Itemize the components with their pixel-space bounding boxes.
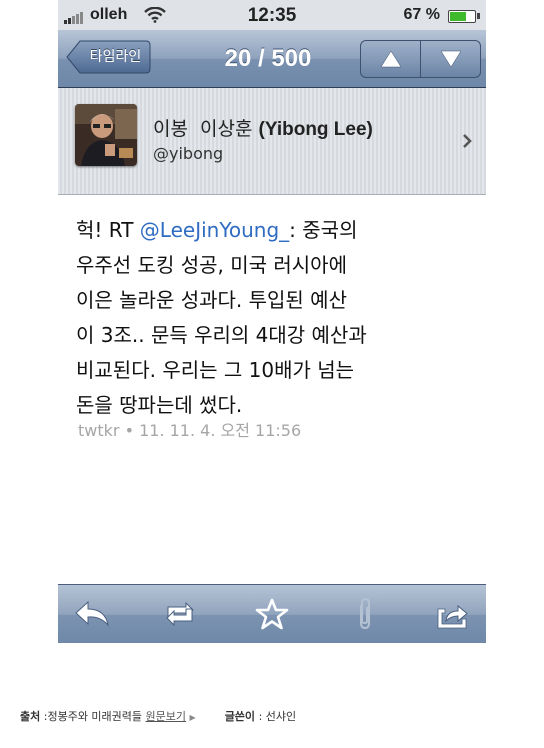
back-button-label: 타임라인 bbox=[89, 49, 142, 65]
writer-label: 글쓴이 bbox=[224, 710, 256, 723]
writer-text: : 선샤인 bbox=[258, 710, 297, 723]
favorite-button[interactable] bbox=[252, 597, 292, 631]
phone-screen: olleh 12:35 67 % 타임라인 20 / 500 이봉 이상훈 (Y… bbox=[58, 0, 486, 643]
footer-credits: 출처 :정봉주와 미래권력들 원문보기 ▶ 글쓴이 : 선샤인 bbox=[20, 708, 296, 724]
back-to-timeline-button[interactable]: 타임라인 bbox=[66, 40, 151, 74]
tweet-line: 이 3조.. 문득 우리의 4대강 예산과 bbox=[76, 323, 367, 347]
attachment-paperclip-icon bbox=[360, 597, 370, 630]
status-bar: olleh 12:35 67 % bbox=[58, 0, 486, 30]
retweet-button[interactable] bbox=[160, 597, 200, 631]
arrow-up-icon bbox=[380, 50, 402, 68]
retweet-icon bbox=[166, 601, 194, 627]
share-icon bbox=[437, 604, 468, 629]
profile-header[interactable]: 이봉 이상훈 (Yibong Lee) @yibong bbox=[58, 88, 486, 195]
avatar bbox=[75, 104, 137, 166]
profile-handle: @yibong bbox=[153, 144, 224, 163]
chevron-right-icon bbox=[463, 134, 472, 148]
arrow-down-icon bbox=[440, 50, 462, 68]
bottom-toolbar bbox=[58, 584, 486, 643]
reply-button[interactable] bbox=[72, 597, 112, 631]
navigation-bar: 타임라인 20 / 500 bbox=[58, 30, 486, 88]
tweet-meta: twtkr • 11. 11. 4. 오전 11:56 bbox=[78, 421, 302, 440]
source-text: :정봉주와 미래권력들 bbox=[43, 710, 143, 723]
tweet-line: 헉! RT @LeeJinYoung_: 중국의 bbox=[76, 213, 476, 248]
previous-tweet-button[interactable] bbox=[361, 41, 421, 77]
profile-name: 이봉 이상훈 (Yibong Lee) bbox=[153, 114, 373, 141]
triangle-right-icon: ▶ bbox=[189, 713, 196, 722]
tweet-text: : 중국의 bbox=[289, 218, 358, 242]
prev-next-segmented-control bbox=[360, 40, 481, 78]
share-button[interactable] bbox=[432, 597, 472, 631]
reply-icon bbox=[75, 600, 109, 627]
profile-name-korean: 이봉 이상훈 bbox=[153, 118, 253, 140]
next-tweet-button[interactable] bbox=[421, 41, 480, 77]
tweet-position-title: 20 / 500 bbox=[224, 45, 312, 72]
profile-name-latin: (Yibong Lee) bbox=[258, 119, 373, 140]
tweet-line: 우주선 도킹 성공, 미국 러시아에 bbox=[76, 253, 347, 277]
mention-link[interactable]: @LeeJinYoung_ bbox=[140, 218, 289, 242]
favorite-star-icon bbox=[255, 598, 289, 630]
battery-percent: 67 % bbox=[403, 6, 440, 23]
source-label: 출처 bbox=[20, 710, 41, 723]
battery-icon bbox=[448, 10, 476, 23]
tweet-body: 헉! RT @LeeJinYoung_: 중국의 우주선 도킹 성공, 미국 러… bbox=[76, 213, 476, 423]
tweet-line: 비교된다. 우리는 그 10배가 넘는 bbox=[76, 358, 355, 382]
attachment-button[interactable] bbox=[344, 597, 384, 631]
tweet-line: 이은 놀라운 성과다. 투입된 예산 bbox=[76, 288, 347, 312]
original-article-link[interactable]: 원문보기 bbox=[146, 710, 186, 723]
tweet-text: 헉! RT bbox=[76, 218, 140, 242]
